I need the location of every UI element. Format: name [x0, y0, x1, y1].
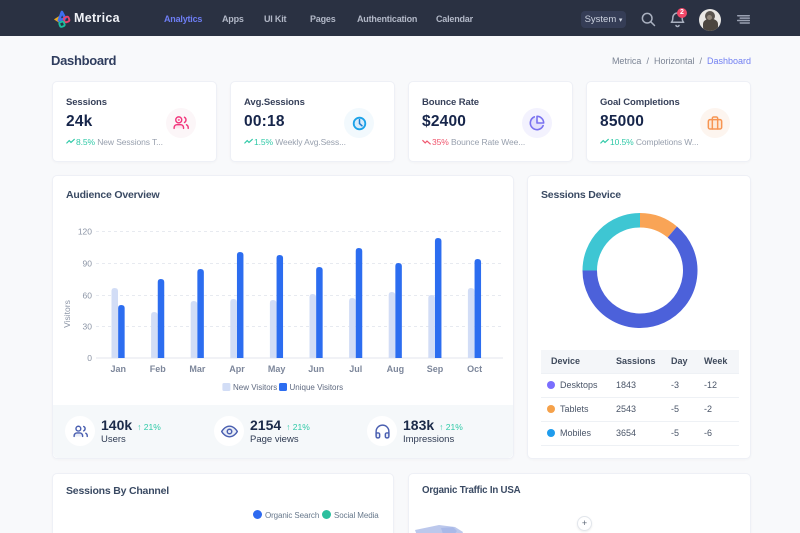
svg-text:Apr: Apr [229, 364, 245, 374]
svg-text:60: 60 [83, 291, 93, 301]
svg-text:May: May [268, 364, 286, 374]
svg-text:Unique Visitors: Unique Visitors [290, 383, 344, 392]
svg-text:90: 90 [83, 259, 93, 269]
svg-text:Feb: Feb [150, 364, 167, 374]
svg-text:Jan: Jan [110, 364, 126, 374]
svg-text:120: 120 [78, 227, 92, 237]
svg-text:New Visitors: New Visitors [233, 383, 277, 392]
svg-text:Aug: Aug [387, 364, 405, 374]
svg-text:Visitors: Visitors [62, 300, 72, 328]
svg-text:Sep: Sep [427, 364, 444, 374]
svg-text:Oct: Oct [467, 364, 482, 374]
svg-text:Jul: Jul [349, 364, 362, 374]
svg-text:0: 0 [87, 353, 92, 363]
svg-text:30: 30 [83, 322, 93, 332]
svg-text:Jun: Jun [308, 364, 324, 374]
svg-text:Mar: Mar [189, 364, 206, 374]
